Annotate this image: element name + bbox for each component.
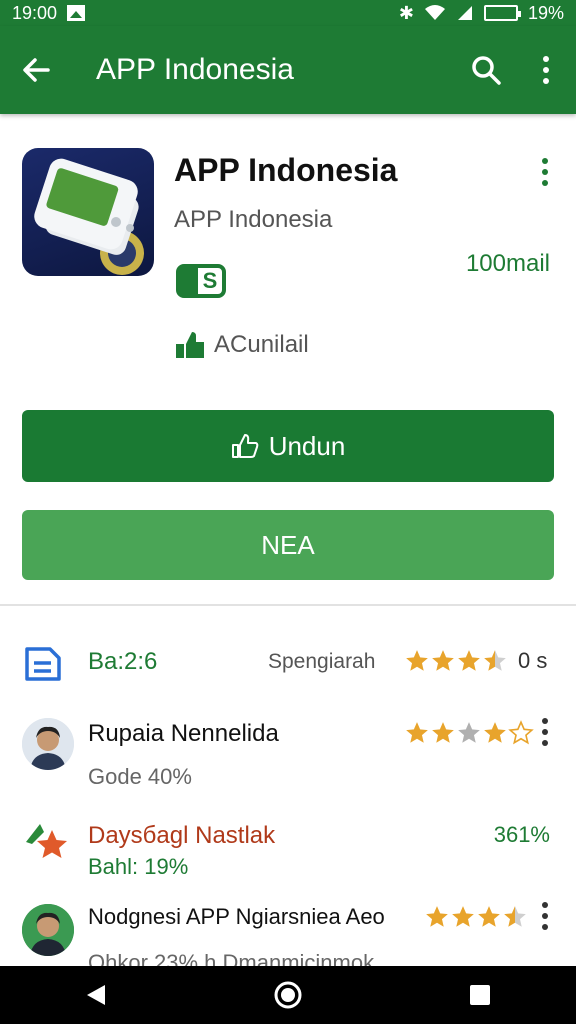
app-name: APP Indonesia xyxy=(174,152,398,188)
square-recents-icon xyxy=(470,985,490,1005)
app-bar: APP Indonesia xyxy=(0,26,576,114)
nav-home-button[interactable] xyxy=(258,966,318,1024)
bluetooth-icon: ✱ xyxy=(398,3,414,23)
app-icon xyxy=(22,148,154,276)
image-notification-icon xyxy=(67,5,86,21)
circle-home-icon xyxy=(274,981,302,1009)
avatar xyxy=(22,904,74,956)
page-title: APP Indonesia xyxy=(96,53,294,86)
status-bar: 19:00 ✱ 19% xyxy=(0,0,576,26)
review-overflow-button[interactable] xyxy=(532,712,558,752)
star-half-icon xyxy=(504,906,526,927)
review-value: 361% xyxy=(493,822,550,847)
star-icon xyxy=(406,650,428,671)
download-hand-icon xyxy=(176,332,204,358)
overflow-menu-button[interactable] xyxy=(516,26,576,114)
nav-back-button[interactable] xyxy=(66,966,126,1024)
review-title: Rupaia Nennelida xyxy=(88,720,279,747)
star-icon xyxy=(452,906,474,927)
star-half-icon xyxy=(484,650,506,671)
thumbs-up-icon xyxy=(231,434,259,458)
summary-count: 0 s xyxy=(518,648,548,673)
content-rating-badge: S xyxy=(176,264,226,298)
install-button[interactable]: Undun xyxy=(22,410,554,482)
download-count: 100mail xyxy=(465,250,550,277)
back-button[interactable] xyxy=(0,26,72,114)
battery-icon xyxy=(483,5,521,21)
avatar xyxy=(22,718,74,770)
star-icon xyxy=(432,650,454,671)
review-stars xyxy=(404,720,534,746)
review-stars xyxy=(424,904,528,930)
review-overflow-button[interactable] xyxy=(532,896,558,936)
triangle-back-icon xyxy=(87,985,105,1005)
nav-recents-button[interactable] xyxy=(450,966,510,1024)
review-item[interactable]: Daysбagl Nastlak 361% Bahl: 19% xyxy=(0,820,576,890)
star-icon xyxy=(432,722,454,743)
star-icon xyxy=(484,722,506,743)
star-icon xyxy=(426,906,448,927)
review-subtitle: Gode 40% xyxy=(88,764,192,789)
star-icon xyxy=(478,906,500,927)
badge-text: S xyxy=(202,268,218,293)
review-title: Daysбagl Nastlak xyxy=(88,822,276,849)
contains-info: ACunilail xyxy=(174,330,309,360)
status-time: 19:00 xyxy=(12,2,58,23)
star-logo-icon xyxy=(26,824,67,858)
contains-text: ACunilail xyxy=(214,331,309,358)
review-item[interactable]: Rupaia Nennelida Gode 40% xyxy=(0,718,576,808)
search-button[interactable] xyxy=(456,26,516,114)
system-nav-bar xyxy=(0,966,576,1024)
star-icon xyxy=(406,722,428,743)
summary-stars xyxy=(404,648,508,674)
secondary-button[interactable]: NEA xyxy=(22,510,554,580)
developer-name[interactable]: APP Indonesia xyxy=(174,206,332,234)
app-overflow-button[interactable] xyxy=(530,152,560,192)
star-icon xyxy=(458,650,480,671)
more-vert-icon xyxy=(543,56,549,84)
summary-sub: Spengiarah xyxy=(268,650,376,673)
signal-icon xyxy=(457,6,472,20)
star-icon xyxy=(458,722,480,743)
secondary-button-label: NEA xyxy=(261,529,315,560)
summary-label: Ba:2:6 xyxy=(88,648,158,675)
battery-percent: 19% xyxy=(527,2,564,23)
review-title: Nodgnesi APP Ngiarsniea Aeo xyxy=(88,904,385,929)
install-button-label: Undun xyxy=(268,430,346,461)
arrow-back-icon xyxy=(23,58,50,82)
document-icon xyxy=(25,647,61,681)
wifi-icon xyxy=(424,5,445,20)
divider xyxy=(0,604,576,606)
rating-summary-row[interactable]: Ba:2:6 Spengiarah 0 s xyxy=(0,636,576,696)
review-subtitle: Bahl: 19% xyxy=(88,854,189,879)
star-outline-icon xyxy=(508,720,534,745)
search-icon xyxy=(472,56,501,85)
